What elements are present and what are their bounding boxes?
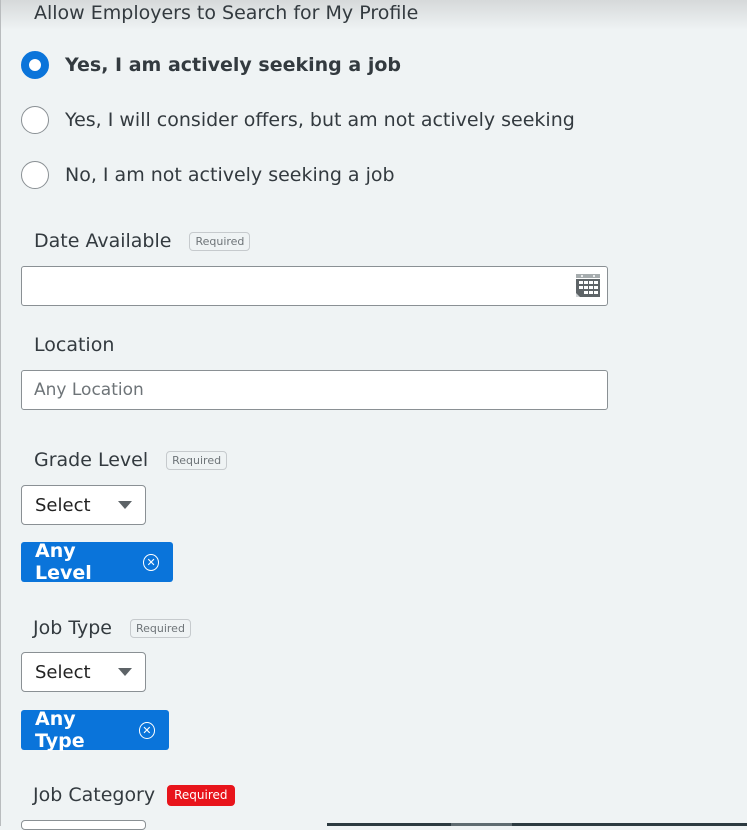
radio-label: Yes, I am actively seeking a job: [65, 54, 401, 76]
chevron-down-icon: [118, 501, 132, 509]
close-circle-icon[interactable]: ✕: [138, 721, 155, 739]
left-border: [0, 0, 1, 826]
grade-level-label: Grade Level: [34, 449, 149, 471]
calendar-icon[interactable]: [575, 272, 601, 298]
job-category-label-row: Job Category Required: [33, 784, 235, 806]
radio-not-seeking[interactable]: No, I am not actively seeking a job: [21, 159, 395, 191]
select-label: Select: [35, 661, 91, 683]
job-type-select[interactable]: Select: [21, 652, 146, 692]
radio-label: No, I am not actively seeking a job: [65, 164, 395, 186]
grade-level-select[interactable]: Select: [21, 485, 146, 525]
grade-level-label-row: Grade Level Required: [34, 449, 228, 471]
close-circle-icon[interactable]: ✕: [143, 553, 159, 571]
radio-consider-offers[interactable]: Yes, I will consider offers, but am not …: [21, 104, 575, 136]
job-type-label: Job Type: [33, 617, 112, 639]
radio-button[interactable]: [21, 161, 49, 189]
search-visibility-title: Allow Employers to Search for My Profile: [34, 2, 419, 24]
job-category-select[interactable]: [21, 820, 146, 830]
radio-button-checked[interactable]: [21, 51, 49, 79]
date-available-input[interactable]: [21, 266, 608, 306]
radio-button[interactable]: [21, 106, 49, 134]
required-badge: Required: [166, 450, 228, 470]
date-available-label: Date Available: [34, 230, 172, 252]
chip-label: Any Level: [35, 540, 92, 584]
required-badge-red: Required: [167, 784, 235, 806]
chevron-down-icon: [118, 668, 132, 676]
radio-label: Yes, I will consider offers, but am not …: [65, 109, 575, 131]
job-type-label-row: Job Type Required: [33, 617, 191, 639]
date-available-field: [21, 266, 608, 306]
required-badge: Required: [129, 618, 191, 638]
job-type-chip: Any Type ✕: [21, 708, 169, 752]
select-label: Select: [35, 494, 91, 516]
location-input[interactable]: [21, 370, 608, 410]
location-label: Location: [34, 334, 115, 356]
job-category-label: Job Category: [33, 784, 156, 806]
radio-actively-seeking[interactable]: Yes, I am actively seeking a job: [21, 49, 401, 81]
grade-level-chip: Any Level ✕: [21, 540, 173, 584]
chip-label: Any Type: [35, 708, 85, 752]
required-badge: Required: [189, 231, 251, 251]
date-available-label-row: Date Available Required: [34, 230, 251, 252]
